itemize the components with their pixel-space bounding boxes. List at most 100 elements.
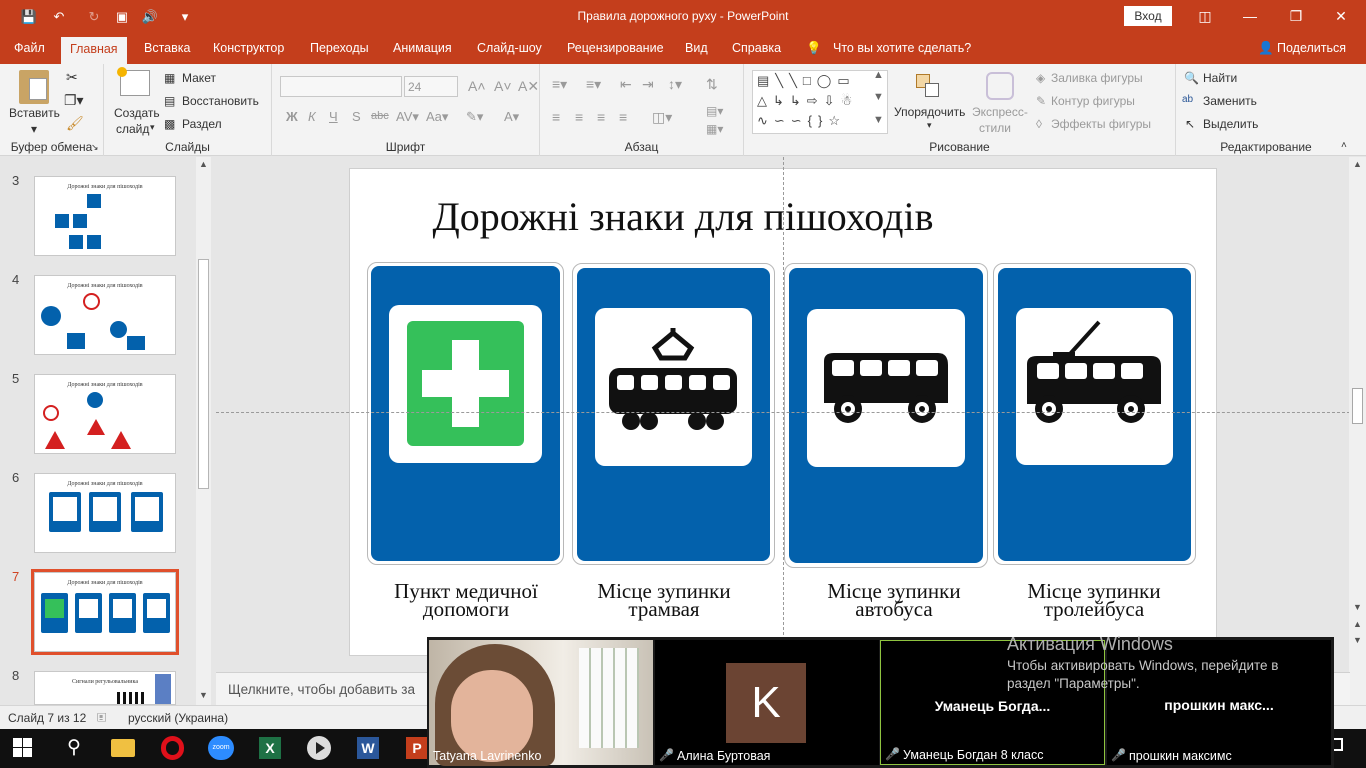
shapes-row-2[interactable]: △↳↳⇨⇩☃ — [757, 93, 858, 109]
find-button[interactable]: Найти — [1203, 71, 1237, 85]
underline-button[interactable]: Ч — [329, 109, 338, 124]
select-button[interactable]: Выделить — [1203, 117, 1258, 131]
shadow-button[interactable]: S — [352, 109, 361, 124]
strikethrough-button[interactable]: abc — [371, 110, 389, 122]
shapes-row-3[interactable]: ∿∽∽{}☆ — [757, 113, 846, 129]
paste-icon[interactable] — [19, 70, 49, 104]
sign-caption[interactable]: Місце зупинки трамвая — [572, 581, 756, 620]
windows-start-icon[interactable] — [11, 736, 41, 766]
replace-button[interactable]: Заменить — [1203, 94, 1257, 108]
align-left-icon[interactable]: ≡ — [552, 109, 560, 125]
sign-tram-stop[interactable] — [577, 268, 770, 561]
search-icon[interactable]: ⚲ — [59, 733, 89, 763]
bullets-icon[interactable]: ≡▾ — [552, 76, 567, 93]
tab-design[interactable]: Конструктор — [213, 33, 284, 64]
tab-file[interactable]: Файл — [14, 33, 45, 64]
new-slide-button[interactable]: Создать — [114, 106, 160, 120]
tell-me-search[interactable]: Что вы хотите сделать? — [833, 33, 971, 64]
layout-button[interactable]: Макет — [182, 71, 216, 85]
sign-in-button[interactable]: Вход — [1124, 6, 1172, 26]
decrease-indent-icon[interactable]: ⇤ — [620, 76, 632, 93]
copy-icon[interactable]: ❐▾ — [64, 92, 84, 109]
quick-styles-icon[interactable] — [986, 72, 1014, 100]
align-text-icon[interactable]: ▤▾ — [706, 104, 723, 118]
tab-help[interactable]: Справка — [732, 33, 781, 64]
file-explorer-icon[interactable] — [108, 733, 138, 763]
font-name-input[interactable] — [280, 76, 402, 97]
shapes-gallery[interactable]: ▤╲╲□◯▭ △↳↳⇨⇩☃ ∿∽∽{}☆ — [752, 70, 888, 134]
tab-slideshow[interactable]: Слайд-шоу — [477, 33, 542, 64]
align-right-icon[interactable]: ≡ — [597, 109, 605, 125]
line-spacing-icon[interactable]: ↕▾ — [668, 76, 682, 93]
restore-icon[interactable]: ❐ — [1283, 5, 1309, 27]
slide-scrollbar[interactable]: ▲ ▼ ▲ ▼ — [1349, 157, 1366, 705]
close-icon[interactable]: ✕ — [1328, 5, 1354, 27]
ribbon-display-icon[interactable]: ◫ — [1192, 5, 1218, 27]
shapes-scroll-up-icon[interactable]: ▲ — [873, 69, 884, 81]
collapse-ribbon-icon[interactable]: ˄ — [1341, 140, 1347, 151]
previous-slide-icon[interactable]: ▲ — [1353, 619, 1362, 629]
share-icon[interactable]: 👤 — [1258, 33, 1274, 64]
sign-caption[interactable]: Пункт медичної допомоги — [366, 581, 566, 620]
arrange-icon[interactable] — [916, 74, 940, 100]
tab-review[interactable]: Рецензирование — [567, 33, 664, 64]
scroll-down-icon[interactable]: ▼ — [199, 690, 208, 700]
slide-thumbnail-5[interactable]: Дорожні знаки для пішоходів — [34, 374, 176, 454]
minimize-icon[interactable]: — — [1237, 5, 1263, 27]
align-center-icon[interactable]: ≡ — [575, 109, 583, 125]
clipboard-launcher-icon[interactable]: ↘ — [91, 142, 99, 153]
sign-trolleybus-stop[interactable] — [998, 268, 1191, 561]
video-tile[interactable]: Tatyana Lavrinenko — [429, 640, 653, 766]
spelling-icon[interactable]: 🗉 — [97, 709, 107, 731]
next-slide-icon[interactable]: ▼ — [1353, 635, 1362, 645]
cut-icon[interactable]: ✂ — [66, 69, 78, 86]
arrange-dropdown-icon[interactable]: ▾ — [927, 120, 932, 131]
font-size-input[interactable]: 24 — [404, 76, 458, 97]
sign-caption[interactable]: Місце зупинки тролейбуса — [1000, 581, 1188, 620]
shapes-more-icon[interactable]: ▼ — [873, 114, 884, 126]
arrange-button[interactable]: Упорядочить — [894, 105, 965, 119]
italic-button[interactable]: К — [308, 109, 316, 124]
shrink-font-icon[interactable]: A˅ — [494, 78, 512, 94]
thumbnail-scrollbar-thumb[interactable] — [198, 259, 209, 489]
word-icon[interactable]: W — [353, 733, 383, 763]
grow-font-icon[interactable]: A˄ — [468, 78, 486, 94]
reset-button[interactable]: Восстановить — [182, 94, 259, 108]
zoom-app-icon[interactable]: zoom — [206, 733, 236, 763]
paste-dropdown-icon[interactable]: ▾ — [31, 122, 37, 136]
opera-icon[interactable] — [157, 733, 187, 763]
sign-first-aid[interactable] — [371, 266, 560, 561]
video-tile[interactable]: K 🎤 Алина Буртовая — [655, 640, 879, 765]
char-spacing-icon[interactable]: AV▾ — [396, 109, 419, 125]
shape-outline-button[interactable]: Контур фигуры — [1051, 94, 1135, 108]
paste-button[interactable]: Вставить — [9, 106, 60, 120]
slide-thumbnail-4[interactable]: Дорожні знаки для пішоходів — [34, 275, 176, 355]
slide-title[interactable]: Дорожні знаки для пішоходів — [0, 193, 1366, 240]
quick-styles-button[interactable]: Экспресс- — [972, 105, 1028, 119]
scroll-up-icon[interactable]: ▲ — [199, 159, 208, 169]
sign-bus-stop[interactable] — [789, 268, 983, 563]
language-status[interactable]: русский (Украина) — [128, 711, 228, 725]
notes-placeholder[interactable]: Щелкните, чтобы добавить за — [228, 682, 415, 697]
numbering-icon[interactable]: ≡▾ — [586, 76, 601, 93]
tab-insert[interactable]: Вставка — [144, 33, 190, 64]
tab-home[interactable]: Главная — [61, 37, 127, 64]
increase-indent-icon[interactable]: ⇥ — [642, 76, 654, 93]
shape-fill-button[interactable]: Заливка фигуры — [1051, 71, 1143, 85]
tab-animations[interactable]: Анимация — [393, 33, 452, 64]
tab-view[interactable]: Вид — [685, 33, 708, 64]
bold-button[interactable]: Ж — [286, 109, 298, 124]
sign-caption[interactable]: Місце зупинки автобуса — [800, 581, 988, 620]
clear-format-icon[interactable]: A✕ — [518, 78, 539, 95]
justify-icon[interactable]: ≡ — [619, 109, 627, 125]
scroll-up-icon[interactable]: ▲ — [1353, 159, 1362, 169]
shapes-scroll-down-icon[interactable]: ▼ — [873, 91, 884, 103]
smartart-icon[interactable]: ▦▾ — [706, 122, 723, 136]
new-slide-icon[interactable] — [117, 67, 150, 96]
excel-icon[interactable]: X — [255, 733, 285, 763]
media-player-icon[interactable] — [304, 733, 334, 763]
columns-icon[interactable]: ◫▾ — [652, 109, 672, 126]
shapes-row-1[interactable]: ▤╲╲□◯▭ — [757, 73, 856, 89]
section-button[interactable]: Раздел — [182, 117, 222, 131]
scroll-down-icon[interactable]: ▼ — [1353, 602, 1362, 612]
